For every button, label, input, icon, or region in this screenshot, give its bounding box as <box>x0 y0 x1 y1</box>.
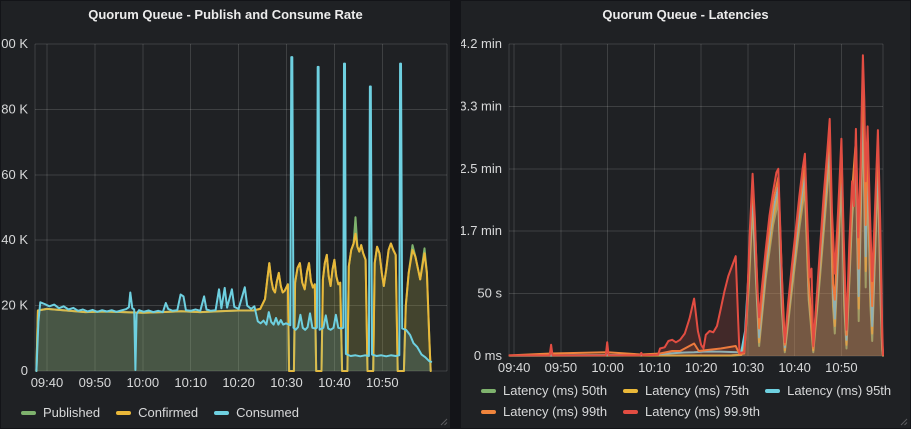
legend-item-latency-95th[interactable]: Latency (ms) 95th <box>765 382 891 400</box>
legend-item-label: Latency (ms) 99th <box>503 403 607 421</box>
grafana-dashboard: { "ui": { "background": "#131418", "pane… <box>0 0 911 429</box>
legend-item-label: Latency (ms) 50th <box>503 382 607 400</box>
panel-resize-handle[interactable] <box>898 416 908 426</box>
legend-item-consumed[interactable]: Consumed <box>214 404 299 422</box>
x-tick-label: 10:10 <box>174 375 207 390</box>
legend-item-label: Consumed <box>236 404 299 422</box>
legend-item-label: Latency (ms) 99.9th <box>645 403 760 421</box>
x-tick-label: 10:00 <box>591 360 624 375</box>
y-tick-label: 3.3 min <box>461 98 502 113</box>
panel-publish-consume-rate: Quorum Queue - Publish and Consume Rate … <box>1 1 450 428</box>
y-tick-label: 80 K <box>1 101 28 116</box>
resize-corner-icon <box>898 416 908 426</box>
x-tick-label: 10:40 <box>318 375 351 390</box>
legend-color-dash <box>116 411 131 415</box>
x-tick-label: 10:10 <box>638 360 671 375</box>
legend-item-latency-75th[interactable]: Latency (ms) 75th <box>623 382 749 400</box>
legend-color-dash <box>623 389 638 393</box>
y-tick-label: 100 K <box>1 36 28 51</box>
y-tick-label: 0 <box>21 363 28 378</box>
y-tick-label: 20 K <box>1 298 28 313</box>
y-tick-label: 60 K <box>1 167 28 182</box>
x-tick-label: 09:50 <box>79 375 112 390</box>
legend: Latency (ms) 50th Latency (ms) 75th Latenc… <box>481 382 911 421</box>
y-tick-label: 2.5 min <box>461 161 502 176</box>
legend-color-dash <box>765 389 780 393</box>
publish-consume-rate-chart[interactable]: 0 20 K 40 K 60 K 80 K 100 K 09:40 09:50 10:00 10:… <box>1 1 450 428</box>
legend: Published Confirmed Consumed <box>21 404 441 422</box>
x-tick-label: 10:50 <box>825 360 858 375</box>
legend-item-confirmed[interactable]: Confirmed <box>116 404 198 422</box>
legend-item-label: Latency (ms) 95th <box>787 382 891 400</box>
panel-title[interactable]: Quorum Queue - Latencies <box>461 7 910 22</box>
legend-color-dash <box>21 411 36 415</box>
legend-color-dash <box>623 410 638 414</box>
panel-title[interactable]: Quorum Queue - Publish and Consume Rate <box>1 7 450 22</box>
legend-item-published[interactable]: Published <box>21 404 100 422</box>
legend-color-dash <box>481 389 496 393</box>
x-tick-label: 09:50 <box>545 360 578 375</box>
x-tick-label: 10:30 <box>732 360 765 375</box>
x-tick-label: 10:00 <box>127 375 160 390</box>
legend-color-dash <box>481 410 496 414</box>
panel-latencies: Quorum Queue - Latencies 0 ms50 s1.7 min… <box>461 1 910 428</box>
legend-item-label: Confirmed <box>138 404 198 422</box>
y-tick-label: 50 s <box>477 286 502 301</box>
legend-item-latency-50th[interactable]: Latency (ms) 50th <box>481 382 607 400</box>
x-tick-label: 10:20 <box>685 360 718 375</box>
y-tick-label: 40 K <box>1 232 28 247</box>
x-tick-label: 10:50 <box>366 375 399 390</box>
legend-item-latency-999th[interactable]: Latency (ms) 99.9th <box>623 403 760 421</box>
x-tick-label: 10:30 <box>270 375 303 390</box>
panel-resize-handle[interactable] <box>438 416 448 426</box>
legend-item-label: Published <box>43 404 100 422</box>
x-tick-label: 10:20 <box>222 375 255 390</box>
x-tick-label: 09:40 <box>31 375 64 390</box>
resize-corner-icon <box>438 416 448 426</box>
x-tick-label: 09:40 <box>498 360 531 375</box>
legend-color-dash <box>214 411 229 415</box>
legend-item-latency-99th[interactable]: Latency (ms) 99th <box>481 403 607 421</box>
legend-item-label: Latency (ms) 75th <box>645 382 749 400</box>
x-tick-label: 10:40 <box>778 360 811 375</box>
latencies-chart[interactable]: 0 ms50 s1.7 min2.5 min3.3 min4.2 min09:4… <box>461 1 910 428</box>
y-tick-label: 4.2 min <box>461 36 502 51</box>
y-tick-label: 1.7 min <box>461 223 502 238</box>
